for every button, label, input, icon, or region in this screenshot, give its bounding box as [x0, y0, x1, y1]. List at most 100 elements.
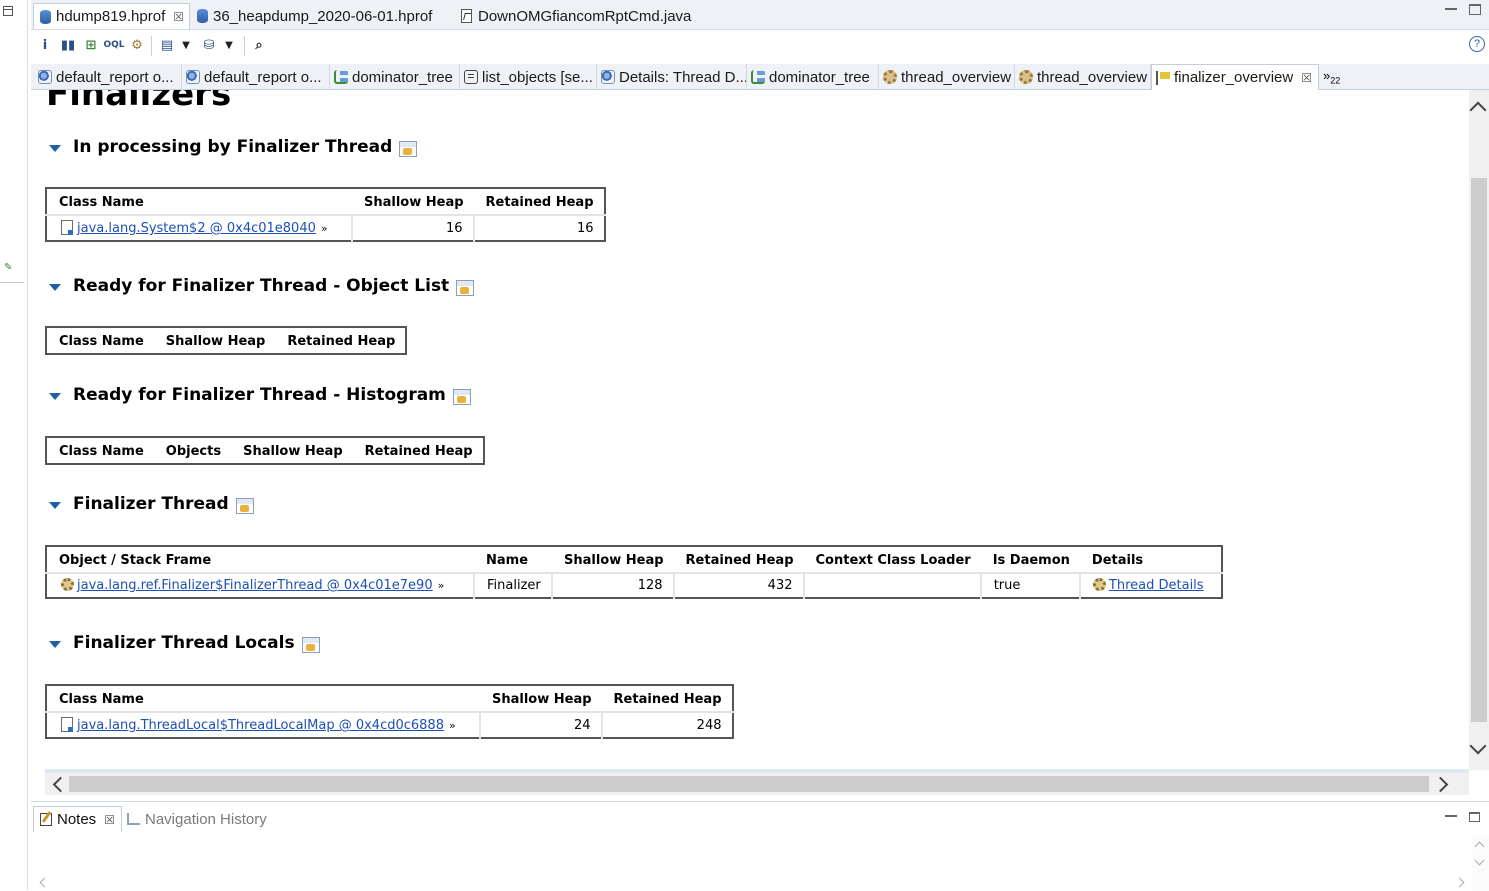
- column-header[interactable]: Class Name: [46, 327, 154, 354]
- column-header[interactable]: Retained Heap: [353, 437, 484, 464]
- dominator-tree-icon[interactable]: ⊞: [82, 36, 100, 54]
- tab-dominator-tree-1[interactable]: dominator_tree: [330, 64, 460, 90]
- tab-default-report-2[interactable]: default_report o...: [182, 64, 330, 90]
- thread-overview-icon[interactable]: ⚙: [128, 36, 146, 54]
- vertical-scrollbar[interactable]: [1472, 835, 1489, 891]
- column-header[interactable]: Is Daemon: [981, 546, 1080, 573]
- scrollbar-thumb[interactable]: [1471, 178, 1487, 722]
- column-header[interactable]: Shallow Heap: [154, 327, 276, 354]
- heapdump-icon: [197, 9, 208, 23]
- maximize-button[interactable]: [1469, 812, 1480, 822]
- scroll-left-icon[interactable]: [39, 877, 50, 888]
- restore-icon[interactable]: [3, 6, 13, 16]
- tab-thread-overview-2[interactable]: thread_overview: [1015, 64, 1151, 90]
- collapse-icon[interactable]: [49, 502, 61, 509]
- scroll-right-icon[interactable]: [1432, 776, 1449, 793]
- scroll-up-icon[interactable]: [1469, 101, 1487, 119]
- close-icon[interactable]: ☒: [1301, 71, 1312, 85]
- tab-list-objects[interactable]: list_objects [se...: [460, 64, 597, 90]
- column-header[interactable]: Object / Stack Frame: [46, 546, 474, 573]
- tab-finalizer-overview[interactable]: finalizer_overview ☒: [1151, 64, 1319, 90]
- column-header[interactable]: Objects: [154, 437, 231, 464]
- column-header[interactable]: Shallow Heap: [552, 546, 674, 573]
- more-menu-icon[interactable]: »: [438, 579, 445, 592]
- tab-navigation-history[interactable]: Navigation History: [127, 806, 267, 832]
- horizontal-scrollbar[interactable]: [31, 875, 1472, 891]
- column-header[interactable]: Shallow Heap: [480, 685, 602, 712]
- object-link[interactable]: java.lang.System$2 @ 0x4c01e8040: [77, 221, 316, 236]
- search-icon[interactable]: ⌕: [250, 36, 268, 54]
- tab-label: default_report o...: [204, 68, 322, 86]
- tab-thread-overview-1[interactable]: thread_overview: [879, 64, 1015, 90]
- minimize-button[interactable]: [1445, 4, 1457, 10]
- scroll-left-icon[interactable]: [52, 776, 69, 793]
- chevron-down-icon[interactable]: ▼: [177, 36, 195, 54]
- column-header[interactable]: Details: [1080, 546, 1222, 573]
- section-ready-histogram[interactable]: Ready for Finalizer Thread - Histogram: [49, 385, 471, 405]
- tab-hdump819[interactable]: hdump819.hprof ☒: [33, 3, 190, 29]
- oql-icon[interactable]: OQL: [103, 36, 124, 54]
- navigation-history-icon: [127, 813, 140, 825]
- section-ready-object-list[interactable]: Ready for Finalizer Thread - Object List: [49, 276, 475, 296]
- collapse-icon[interactable]: [49, 393, 61, 400]
- open-in-tab-icon[interactable]: [301, 637, 320, 653]
- scrollbar-thumb[interactable]: [69, 776, 1429, 792]
- scroll-up-icon[interactable]: [1474, 841, 1485, 852]
- column-header[interactable]: Class Name: [46, 188, 352, 215]
- tab-notes[interactable]: Notes ☒: [33, 806, 122, 832]
- tab-java-file[interactable]: DownOMGfiancomRptCmd.java: [455, 3, 725, 29]
- column-header[interactable]: Shallow Heap: [231, 437, 353, 464]
- tab-thread-details[interactable]: Details: Thread D...: [597, 64, 747, 90]
- vertical-scrollbar[interactable]: [1469, 90, 1489, 770]
- tab-default-report-1[interactable]: default_report o...: [34, 64, 182, 90]
- close-icon[interactable]: ☒: [173, 10, 184, 24]
- gear-icon: [1019, 70, 1033, 84]
- tab-36-heapdump[interactable]: 36_heapdump_2020-06-01.hprof: [191, 3, 453, 29]
- close-icon[interactable]: ☒: [104, 813, 115, 827]
- query-browser-icon[interactable]: ⛁: [200, 36, 218, 54]
- scroll-down-icon[interactable]: [1474, 855, 1485, 866]
- column-header[interactable]: Class Name: [46, 437, 154, 464]
- maximize-button[interactable]: [1469, 4, 1481, 15]
- open-in-tab-icon[interactable]: [456, 280, 475, 296]
- column-header[interactable]: Name: [474, 546, 552, 573]
- shallow-heap-cell: 128: [551, 572, 674, 598]
- more-menu-icon[interactable]: »: [449, 719, 456, 732]
- chevron-down-icon[interactable]: ▼: [220, 36, 238, 54]
- notes-text-area[interactable]: [31, 835, 1489, 891]
- object-link[interactable]: java.lang.ThreadLocal$ThreadLocalMap @ 0…: [77, 718, 444, 733]
- column-header[interactable]: Context Class Loader: [804, 546, 981, 573]
- open-in-tab-icon[interactable]: [399, 141, 418, 157]
- column-header[interactable]: Retained Heap: [474, 188, 605, 215]
- scroll-down-icon[interactable]: [1469, 737, 1487, 755]
- collapse-icon[interactable]: [49, 641, 61, 648]
- section-title: Finalizer Thread: [73, 494, 229, 514]
- horizontal-scrollbar[interactable]: [45, 769, 1469, 795]
- more-tabs-button[interactable]: »22: [1323, 68, 1340, 86]
- column-header[interactable]: Shallow Heap: [352, 188, 474, 215]
- scroll-right-icon[interactable]: [1454, 877, 1465, 888]
- collapse-icon[interactable]: [49, 284, 61, 291]
- collapse-icon[interactable]: [49, 145, 61, 152]
- section-in-processing[interactable]: In processing by Finalizer Thread: [49, 137, 418, 157]
- section-finalizer-thread[interactable]: Finalizer Thread: [49, 494, 254, 514]
- pin-icon[interactable]: ✎: [4, 262, 12, 273]
- column-header[interactable]: Retained Heap: [602, 685, 733, 712]
- gear-icon: [883, 70, 897, 84]
- minimize-button[interactable]: [1445, 811, 1457, 817]
- histogram-icon[interactable]: ▮▮: [59, 36, 77, 54]
- more-menu-icon[interactable]: »: [321, 222, 328, 235]
- section-thread-locals[interactable]: Finalizer Thread Locals: [49, 633, 320, 653]
- object-link[interactable]: java.lang.ref.Finalizer$FinalizerThread …: [77, 578, 433, 593]
- column-header[interactable]: Retained Heap: [275, 327, 406, 354]
- tab-dominator-tree-2[interactable]: dominator_tree: [747, 64, 879, 90]
- info-icon[interactable]: i: [36, 36, 54, 54]
- open-in-tab-icon[interactable]: [452, 389, 471, 405]
- run-report-icon[interactable]: ▤: [158, 36, 176, 54]
- thread-details-link[interactable]: Thread Details: [1109, 578, 1204, 593]
- column-header[interactable]: Class Name: [46, 685, 480, 712]
- open-in-tab-icon[interactable]: [235, 498, 254, 514]
- column-header[interactable]: Retained Heap: [674, 546, 804, 573]
- help-icon[interactable]: ?: [1469, 36, 1485, 52]
- tab-label: default_report o...: [56, 68, 174, 86]
